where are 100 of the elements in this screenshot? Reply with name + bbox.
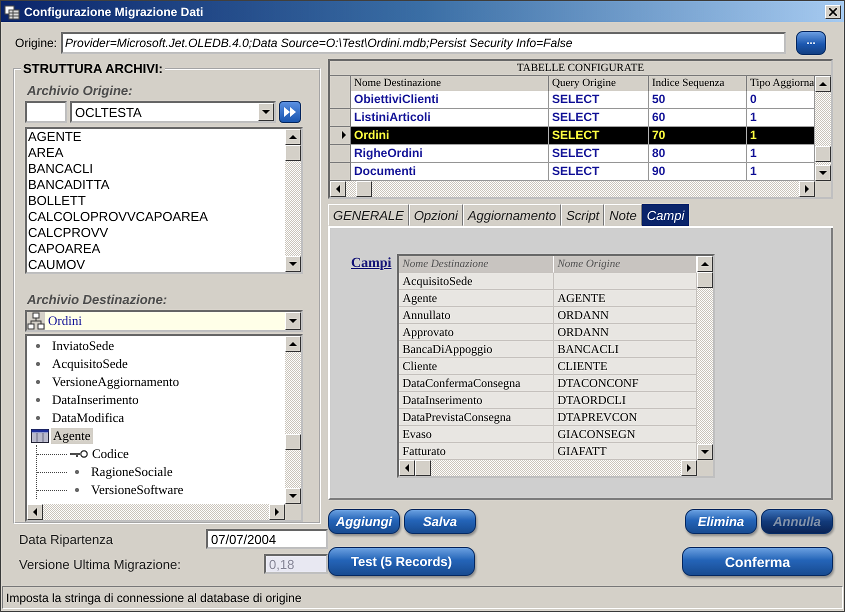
scroll-up-button[interactable] — [815, 76, 831, 92]
scrollbar[interactable] — [285, 129, 301, 272]
list-item[interactable]: BANCADITTA — [27, 177, 285, 193]
tab[interactable]: GENERALE — [328, 204, 409, 226]
scroll-thumb[interactable] — [415, 460, 432, 476]
archivio-destinazione-dropdown[interactable]: Ordini — [25, 310, 303, 332]
action-button[interactable]: Aggiungi — [328, 509, 400, 534]
tree-item[interactable]: VersioneSoftware — [89, 482, 186, 498]
scroll-left-button[interactable] — [330, 181, 346, 197]
tree-item[interactable]: Codice — [90, 446, 131, 462]
bullet-icon — [75, 488, 79, 492]
action-button[interactable]: Test (5 Records) — [328, 547, 475, 576]
tree-item[interactable]: Agente — [51, 428, 93, 444]
tab[interactable]: Aggiornamento — [462, 204, 562, 226]
scrollbar-corner — [697, 460, 714, 476]
scroll-right-button[interactable] — [799, 181, 815, 197]
table-cell: DataInserimento — [399, 392, 554, 409]
right-arrow-icon — [805, 185, 809, 193]
hierarchy-icon — [27, 312, 45, 330]
table-cell: Evaso — [399, 426, 554, 443]
close-icon — [829, 8, 837, 16]
tree-item[interactable]: DataModifica — [50, 410, 126, 426]
down-arrow-icon — [819, 171, 827, 175]
window-title: Configurazione Migrazione Dati — [24, 4, 204, 18]
row-header[interactable] — [330, 127, 351, 145]
tab[interactable]: Note — [604, 204, 642, 226]
scrollbar[interactable] — [697, 256, 714, 460]
scroll-down-button[interactable] — [285, 488, 301, 504]
scroll-down-button[interactable] — [285, 256, 301, 272]
bullet-icon — [36, 344, 40, 348]
connection-string-field[interactable]: Provider=Microsoft.Jet.OLEDB.4.0;Data Source=O:\Test\Ordini.mdb;Persist Security Info=False — [61, 32, 786, 54]
app-icon — [4, 4, 20, 20]
scroll-thumb[interactable] — [285, 145, 301, 161]
list-item[interactable]: BOLLETT — [27, 193, 285, 209]
scroll-thumb[interactable] — [815, 146, 831, 162]
scroll-down-button[interactable] — [697, 444, 714, 460]
scroll-thumb[interactable] — [285, 434, 301, 450]
date-field[interactable]: 07/07/2004 — [206, 529, 328, 549]
list-item[interactable]: AGENTE — [27, 129, 285, 145]
dropdown-arrow-icon — [262, 110, 270, 114]
table-cell: DataPrevistaConsegna — [399, 409, 554, 426]
tree-item[interactable]: RagioneSociale — [89, 464, 175, 480]
status-text: Imposta la stringa di connessione al database di origine — [6, 590, 302, 604]
scroll-right-button[interactable] — [681, 460, 698, 476]
dropdown-arrow-icon — [289, 319, 297, 323]
column-header[interactable]: Nome Origine — [554, 256, 698, 273]
scroll-up-button[interactable] — [285, 336, 301, 352]
scroll-thumb[interactable] — [356, 181, 372, 197]
bullet-icon — [36, 416, 40, 420]
action-button[interactable]: Conferma — [682, 547, 833, 576]
list-item[interactable]: BANCACLI — [27, 161, 285, 177]
tree-item[interactable]: VersioneAggiornamento — [50, 374, 182, 390]
archivio-origine-label: Archivio Origine: — [27, 83, 134, 98]
action-button[interactable]: Salva — [404, 509, 476, 534]
scroll-thumb[interactable] — [697, 272, 714, 288]
key-icon — [70, 450, 88, 458]
tab[interactable]: Opzioni — [408, 204, 463, 226]
group-title: STRUTTURA ARCHIVI: — [22, 61, 164, 76]
archivio-origine-dropdown[interactable]: OCLTESTA — [70, 101, 276, 123]
table-cell: Cliente — [399, 358, 554, 375]
input-field[interactable] — [25, 101, 67, 123]
up-arrow-icon — [819, 82, 827, 86]
up-arrow-icon — [701, 262, 710, 266]
campi-label: Campi — [351, 256, 392, 272]
scrollbar[interactable] — [330, 181, 815, 197]
list-item[interactable]: CALCPROVV — [27, 225, 285, 241]
archivio-destinazione-label: Archivio Destinazione: — [27, 292, 168, 307]
list-item[interactable]: CAPOAREA — [27, 241, 285, 257]
down-arrow-icon — [701, 450, 710, 454]
scroll-left-button[interactable] — [399, 460, 416, 476]
versione-label: Versione Ultima Migrazione: — [19, 556, 181, 572]
scroll-up-button[interactable] — [697, 256, 714, 272]
scroll-up-button[interactable] — [285, 129, 301, 145]
scroll-right-button[interactable] — [269, 504, 285, 520]
list-item[interactable]: AREA — [27, 145, 285, 161]
browse-button[interactable]: ... — [796, 31, 826, 55]
scroll-down-button[interactable] — [815, 165, 831, 181]
scroll-left-button[interactable] — [27, 504, 43, 520]
tree-item[interactable]: InviatoSede — [50, 338, 116, 354]
scrollbar[interactable] — [815, 76, 831, 181]
scrollbar[interactable] — [285, 336, 301, 504]
fast-forward-icon — [284, 107, 296, 117]
table-cell: Annullato — [399, 307, 554, 324]
tree-item[interactable]: DataInserimento — [50, 392, 141, 408]
list-item[interactable]: CALCOLOPROVVCAPOAREA — [27, 209, 285, 225]
action-button[interactable]: Elimina — [685, 509, 757, 534]
table-cell: AcquisitoSede — [399, 273, 554, 290]
tree-item[interactable]: AcquisitoSede — [50, 356, 130, 372]
transfer-button[interactable] — [279, 101, 301, 123]
grid-caption: TABELLE CONFIGURATE — [330, 61, 831, 76]
scrollbar[interactable] — [27, 504, 285, 520]
up-arrow-icon — [289, 342, 297, 346]
tab[interactable]: Script — [561, 204, 604, 226]
origine-label: Origine: — [15, 36, 58, 50]
list-item[interactable]: CAUMOV — [27, 257, 285, 273]
down-arrow-icon — [289, 262, 297, 266]
close-button[interactable] — [825, 4, 841, 18]
column-header[interactable]: Nome Destinazione — [399, 256, 554, 273]
scrollbar[interactable] — [399, 460, 698, 476]
tab[interactable]: Campi — [642, 204, 690, 226]
